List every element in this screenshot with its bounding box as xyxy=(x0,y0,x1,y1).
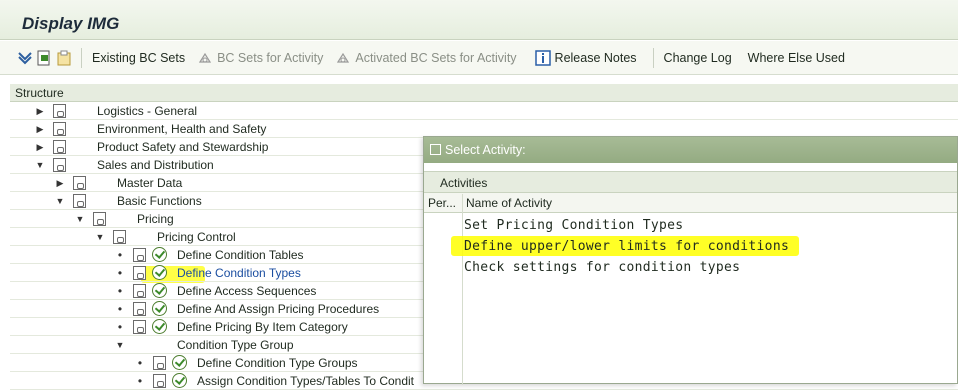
tree-node-label[interactable]: Logistics - General xyxy=(97,102,197,120)
bullet-icon: • xyxy=(137,356,143,370)
collapse-arrow-icon[interactable]: ▼ xyxy=(35,156,45,174)
expand-all-icon[interactable] xyxy=(0,41,34,74)
tree-node-label[interactable]: Master Data xyxy=(117,174,182,192)
activated-bc-sets-icon xyxy=(337,52,350,63)
bc-sets-for-activity-button[interactable]: BC Sets for Activity xyxy=(191,41,329,74)
toolbar-separator xyxy=(652,47,654,68)
execute-activity-icon[interactable] xyxy=(152,265,167,280)
documentation-icon[interactable] xyxy=(153,374,166,388)
documentation-icon[interactable] xyxy=(53,104,66,118)
documentation-icon[interactable] xyxy=(93,212,106,226)
execute-activity-icon[interactable] xyxy=(152,283,167,298)
documentation-icon[interactable] xyxy=(73,194,86,208)
tree-node-label[interactable]: Environment, Health and Safety xyxy=(97,120,266,138)
expand-arrow-icon[interactable]: ▶ xyxy=(35,102,45,120)
collapse-arrow-icon[interactable]: ▼ xyxy=(95,228,105,246)
bullet-icon: • xyxy=(117,248,123,262)
bullet-icon: • xyxy=(117,266,123,280)
where-else-used-button[interactable]: Where Else Used xyxy=(738,41,851,74)
change-log-button[interactable]: Change Log xyxy=(658,41,738,74)
where-else-used-label: Where Else Used xyxy=(747,50,845,65)
tree-node-label[interactable]: Product Safety and Stewardship xyxy=(97,138,268,156)
release-notes-label: Release Notes xyxy=(554,50,637,65)
activities-table-header: Per... Name of Activity xyxy=(424,193,957,213)
documentation-icon[interactable] xyxy=(53,140,66,154)
documentation-icon[interactable] xyxy=(133,266,146,280)
execute-activity-icon[interactable] xyxy=(152,301,167,316)
clipboard-icon[interactable] xyxy=(54,41,77,74)
documentation-icon[interactable] xyxy=(153,356,166,370)
tree-node-label[interactable]: Define Access Sequences xyxy=(177,282,316,300)
activity-name: Set Pricing Condition Types xyxy=(464,218,684,233)
release-notes-button[interactable]: Release Notes xyxy=(523,41,643,74)
structure-header: Structure xyxy=(10,84,958,102)
change-log-label: Change Log xyxy=(663,50,732,65)
tree-node-label[interactable]: Define Condition Type Groups xyxy=(197,354,358,372)
expand-arrow-icon[interactable]: ▶ xyxy=(35,138,45,156)
tree-node-label[interactable]: Pricing xyxy=(137,210,174,228)
activity-row[interactable]: Set Pricing Condition Types xyxy=(464,215,683,236)
activated-bc-sets-label: Activated BC Sets for Activity xyxy=(355,50,517,65)
title-bar: Display IMG xyxy=(0,0,958,40)
documentation-icon[interactable] xyxy=(133,320,146,334)
existing-bc-sets-button[interactable]: Existing BC Sets xyxy=(86,41,191,74)
bullet-icon: • xyxy=(117,302,123,316)
documentation-icon[interactable] xyxy=(113,230,126,244)
tree-node[interactable]: ▶ Logistics - General xyxy=(10,102,958,120)
column-divider xyxy=(462,194,463,385)
tree-node-label[interactable]: Define Pricing By Item Category xyxy=(177,318,348,336)
page-title: Display IMG xyxy=(22,14,120,33)
tree-node-label[interactable]: Basic Functions xyxy=(117,192,202,210)
expand-arrow-icon[interactable]: ▶ xyxy=(55,174,65,192)
activity-name: Check settings for condition types xyxy=(464,260,741,275)
tree-node-label[interactable]: Condition Type Group xyxy=(177,336,294,354)
expand-arrow-icon[interactable]: ▶ xyxy=(35,120,45,138)
tree-node-label[interactable]: Pricing Control xyxy=(157,228,236,246)
bullet-icon: • xyxy=(137,374,143,388)
documentation-icon[interactable] xyxy=(133,248,146,262)
info-icon xyxy=(534,49,551,66)
bullet-icon: • xyxy=(117,320,123,334)
column-header-name-of-activity[interactable]: Name of Activity xyxy=(466,193,552,213)
activity-row[interactable]: Check settings for condition types xyxy=(464,257,740,278)
tree-node-label[interactable]: Define Condition Tables xyxy=(177,246,304,264)
documentation-icon[interactable] xyxy=(53,122,66,136)
toolbar-separator xyxy=(81,47,82,68)
bullet-icon: • xyxy=(117,284,123,298)
documentation-icon[interactable] xyxy=(73,176,86,190)
bc-sets-for-activity-label: BC Sets for Activity xyxy=(217,50,324,65)
tree-node-label[interactable]: Sales and Distribution xyxy=(97,156,214,174)
collapse-arrow-icon[interactable]: ▼ xyxy=(55,192,65,210)
tree-node-label[interactable]: Define Condition Types xyxy=(177,264,301,282)
activated-bc-sets-button[interactable]: Activated BC Sets for Activity xyxy=(329,41,522,74)
documentation-icon[interactable] xyxy=(133,284,146,298)
select-activity-dialog: Select Activity: Activities Per... Name … xyxy=(423,136,958,385)
window-icon xyxy=(430,144,441,155)
column-header-per[interactable]: Per... xyxy=(428,193,456,213)
documentation-icon[interactable] xyxy=(53,158,66,172)
documentation-icon[interactable] xyxy=(34,41,54,74)
dialog-title: Select Activity: xyxy=(445,143,526,157)
execute-activity-icon[interactable] xyxy=(172,373,187,388)
dialog-title-bar[interactable]: Select Activity: xyxy=(424,137,957,163)
tree-node-label[interactable]: Assign Condition Types/Tables To Condit xyxy=(197,372,414,390)
execute-activity-icon[interactable] xyxy=(152,319,167,334)
application-toolbar: Existing BC Sets BC Sets for Activity Ac… xyxy=(0,41,958,75)
collapse-arrow-icon[interactable]: ▼ xyxy=(115,336,125,354)
documentation-icon[interactable] xyxy=(133,302,146,316)
execute-activity-icon[interactable] xyxy=(172,355,187,370)
execute-activity-icon[interactable] xyxy=(152,247,167,262)
existing-bc-sets-label: Existing BC Sets xyxy=(92,50,186,65)
bc-sets-activity-icon xyxy=(199,52,212,63)
collapse-arrow-icon[interactable]: ▼ xyxy=(75,210,85,228)
activities-section-header: Activities xyxy=(424,171,957,193)
tree-node-label[interactable]: Define And Assign Pricing Procedures xyxy=(177,300,379,318)
activity-name: Define upper/lower limits for conditions xyxy=(464,239,790,254)
activity-row[interactable]: Define upper/lower limits for conditions xyxy=(464,236,789,257)
